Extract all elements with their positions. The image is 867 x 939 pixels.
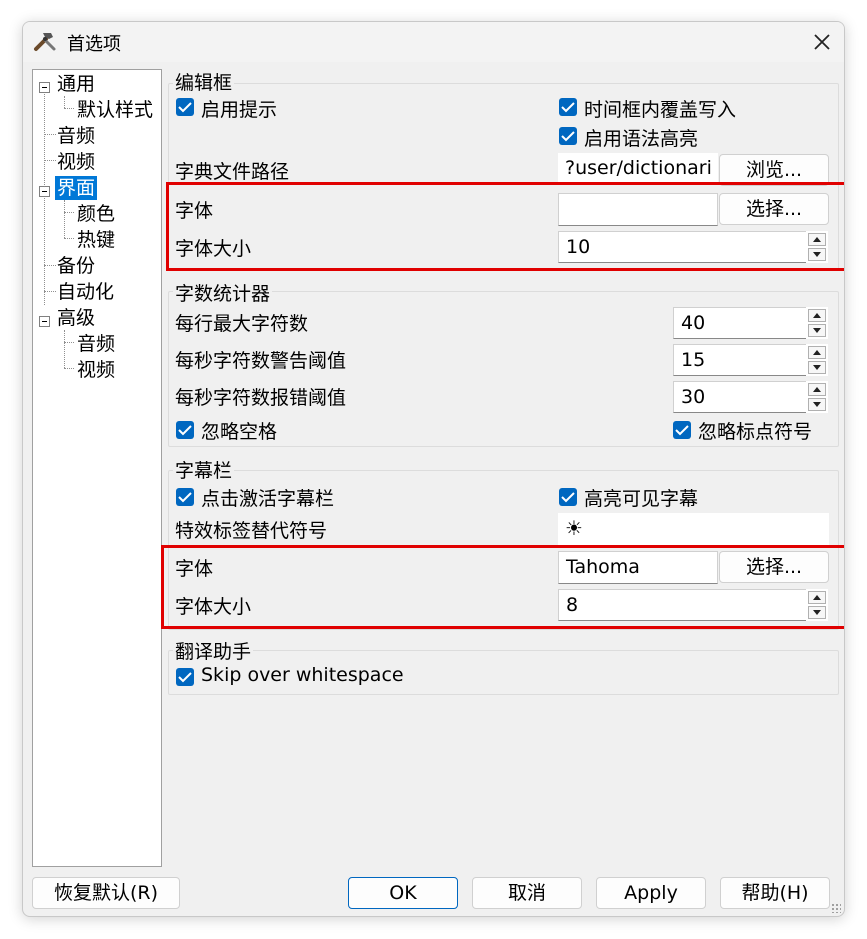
window-title: 首选项 <box>67 34 121 55</box>
dict-path-field[interactable]: ?user/dictionari <box>558 153 718 185</box>
skip-whitespace-checkbox[interactable] <box>176 668 194 686</box>
preferences-window: 首选项 通用 默认样式 音频 视频 界面 颜色 热键 备份 自动化 高级 音频 … <box>22 21 845 917</box>
ok-button[interactable]: OK <box>348 877 458 909</box>
tree-item-advanced-audio[interactable]: 音频 <box>75 332 117 356</box>
cps-error-spinner[interactable] <box>806 381 828 413</box>
fx-tag-label: 特效标签替代符号 <box>175 520 328 542</box>
tools-icon <box>33 29 57 53</box>
tree-item-default-style[interactable]: 默认样式 <box>75 98 155 122</box>
collapse-toggle-general[interactable] <box>39 82 50 93</box>
highlight-visible-label[interactable]: 高亮可见字幕 <box>584 484 698 511</box>
cps-warn-label: 每秒字符数警告阈值 <box>175 350 347 372</box>
max-chars-label: 每行最大字符数 <box>175 313 309 335</box>
translation-group-title: 翻译助手 <box>173 637 254 664</box>
tree-item-backup[interactable]: 备份 <box>55 254 97 278</box>
timebox-overwrite-label[interactable]: 时间框内覆盖写入 <box>584 95 736 122</box>
timebox-overwrite-checkbox[interactable] <box>559 98 577 116</box>
enable-hints-checkbox[interactable] <box>176 98 194 116</box>
tree-item-colors[interactable]: 颜色 <box>75 202 117 226</box>
cps-warn-field[interactable]: 15 <box>673 344 807 376</box>
cancel-button[interactable]: 取消 <box>472 877 582 909</box>
editbox-group-title: 编辑框 <box>173 68 235 95</box>
subgrid-group-title: 字幕栏 <box>173 456 235 483</box>
restore-defaults-button[interactable]: 恢复默认(R) <box>32 877 180 909</box>
spin-up-icon[interactable] <box>808 309 826 322</box>
enable-hints-label[interactable]: 启用提示 <box>201 95 277 122</box>
spin-down-icon[interactable] <box>808 398 826 411</box>
ignore-punct-label[interactable]: 忽略标点符号 <box>698 417 812 444</box>
spin-down-icon[interactable] <box>808 361 826 374</box>
max-chars-field[interactable]: 40 <box>673 307 807 339</box>
counter-group-title: 字数统计器 <box>173 279 273 306</box>
dict-path-label: 字典文件路径 <box>175 161 290 183</box>
tree-item-video[interactable]: 视频 <box>55 150 97 174</box>
tree-item-general[interactable]: 通用 <box>55 72 97 96</box>
highlight-visible-checkbox[interactable] <box>559 488 577 506</box>
apply-button[interactable]: Apply <box>596 877 706 909</box>
spin-up-icon[interactable] <box>808 383 826 396</box>
click-activate-label[interactable]: 点击激活字幕栏 <box>201 484 334 511</box>
spin-up-icon[interactable] <box>808 346 826 359</box>
ignore-spaces-checkbox[interactable] <box>176 421 194 439</box>
click-activate-checkbox[interactable] <box>176 488 194 506</box>
ignore-punct-checkbox[interactable] <box>673 421 691 439</box>
help-button[interactable]: 帮助(H) <box>720 877 830 909</box>
max-chars-spinner[interactable] <box>806 307 828 339</box>
title-bar: 首选项 <box>23 22 844 62</box>
tree-item-interface[interactable]: 界面 <box>55 176 98 200</box>
spin-down-icon[interactable] <box>808 324 826 337</box>
skip-whitespace-label[interactable]: Skip over whitespace <box>201 664 404 686</box>
collapse-toggle-advanced[interactable] <box>39 316 50 327</box>
fx-tag-field[interactable]: ☀ <box>558 513 829 545</box>
category-tree[interactable]: 通用 默认样式 音频 视频 界面 颜色 热键 备份 自动化 高级 音频 视频 <box>32 69 162 867</box>
tree-item-advanced[interactable]: 高级 <box>55 306 97 330</box>
tree-item-automation[interactable]: 自动化 <box>55 280 116 304</box>
ignore-spaces-label[interactable]: 忽略空格 <box>201 417 277 444</box>
collapse-toggle-interface[interactable] <box>39 186 50 197</box>
syntax-highlight-checkbox[interactable] <box>559 127 577 145</box>
cps-warn-spinner[interactable] <box>806 344 828 376</box>
cps-error-label: 每秒字符数报错阈值 <box>175 387 347 409</box>
tree-item-audio[interactable]: 音频 <box>55 124 97 148</box>
tree-item-advanced-video[interactable]: 视频 <box>75 358 117 382</box>
syntax-highlight-label[interactable]: 启用语法高亮 <box>584 124 698 151</box>
cps-error-field[interactable]: 30 <box>673 381 807 413</box>
highlight-box-subgrid-font <box>161 545 844 629</box>
resize-grip-icon[interactable] <box>831 903 841 913</box>
tree-item-hotkeys[interactable]: 热键 <box>75 228 117 252</box>
close-icon[interactable] <box>808 28 836 56</box>
highlight-box-editbox-font <box>166 182 844 271</box>
